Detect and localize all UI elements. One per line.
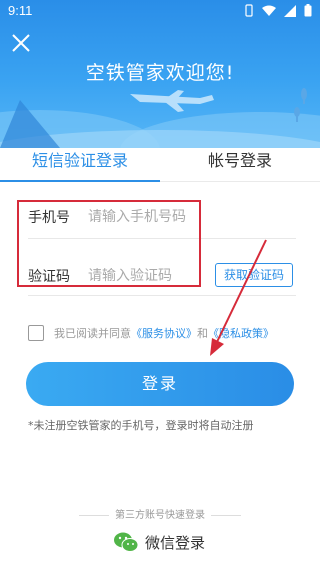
status-bar: 9:11: [0, 0, 320, 22]
login-tabs: 短信验证登录 帐号登录: [0, 148, 320, 182]
service-agreement-link[interactable]: 《服务协议》: [131, 325, 197, 341]
agreement-prefix: 我已阅读并同意: [54, 327, 131, 340]
wechat-icon: [114, 532, 139, 552]
divider: [211, 514, 241, 516]
divider: [28, 295, 296, 296]
login-button[interactable]: 登录: [26, 362, 294, 406]
vibrate-icon: [245, 4, 253, 17]
status-time: 9:11: [8, 3, 33, 18]
header-banner: 9:11 空铁管家欢迎您!: [0, 0, 320, 148]
wechat-login-label: 微信登录: [145, 533, 206, 552]
wifi-icon: [262, 5, 276, 16]
airplane-icon: [130, 90, 214, 112]
signal-icon: [284, 4, 296, 17]
third-party-title: 第三方账号快速登录: [115, 510, 205, 521]
agreement-checkbox[interactable]: [28, 325, 44, 341]
wechat-login-button[interactable]: 微信登录: [113, 530, 205, 554]
battery-icon: [304, 4, 312, 17]
close-icon: [12, 34, 30, 52]
divider: [79, 514, 109, 516]
register-note: *未注册空铁管家的手机号，登录时将自动注册: [28, 419, 254, 432]
highlight-box: [17, 200, 201, 287]
close-button[interactable]: [8, 30, 34, 56]
get-code-button[interactable]: 获取验证码: [215, 263, 293, 287]
status-icons: [244, 4, 312, 17]
third-party-section: 第三方账号快速登录: [0, 506, 320, 521]
agreement-and: 和: [197, 327, 208, 340]
tab-sms-login[interactable]: 短信验证登录: [0, 148, 160, 182]
welcome-title: 空铁管家欢迎您!: [85, 62, 235, 84]
agreement-row: 我已阅读并同意 《服务协议》 和 《隐私政策》: [28, 323, 308, 343]
tab-account-login[interactable]: 帐号登录: [160, 148, 320, 181]
privacy-policy-link[interactable]: 《隐私政策》: [208, 325, 274, 341]
login-screen: 9:11 空铁管家欢迎您! 短信验证登录 帐号登录 手机号 验证码 获取验证: [0, 0, 320, 568]
